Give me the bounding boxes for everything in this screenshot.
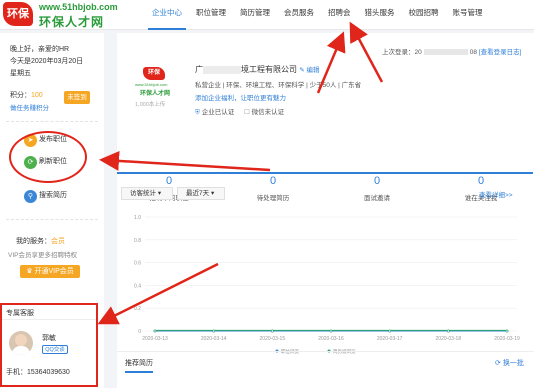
greeting: 晚上好，亲爱的HR xyxy=(10,46,70,53)
nav-item-member-service[interactable]: 会员服务 xyxy=(280,0,318,30)
nav-item-account[interactable]: 账号管理 xyxy=(449,0,487,30)
highlight-circle xyxy=(9,131,87,183)
main-panel: 上次登录：20 08 [查看登录日志] 环保 www.51hbjob.com 环保… xyxy=(117,33,534,388)
company-name: 广境工程有限公司 ✎ 编辑 xyxy=(195,65,320,74)
data-point xyxy=(388,329,392,333)
left-sidebar: 晚上好，亲爱的HR 今天是2020年03月20日 星期五 积分：100 做任务赚… xyxy=(0,33,104,388)
data-point xyxy=(329,329,333,333)
qq-chat-button[interactable]: QQ交谈 xyxy=(42,345,68,354)
visitor-chart: 1.0 0.8 0.6 0.4 0.2 02020-03-13 2020-03-14 2020… xyxy=(134,215,520,355)
points-label: 积分：100 xyxy=(10,92,43,99)
view-details-link[interactable]: 查看详细>> xyxy=(479,189,513,199)
tab-recommended-resumes[interactable]: 推荐简历 xyxy=(125,358,153,373)
consultant-box: 专属客服 郭敏 QQ交谈 手机：15364039630 xyxy=(0,303,98,387)
stat-interviews[interactable]: 0 面试邀请 xyxy=(325,172,429,206)
x-tick-label: 2020-03-16 xyxy=(318,336,344,342)
nav-item-resume-management[interactable]: 简历管理 xyxy=(236,0,274,30)
date-text: 今天是2020年03月20日 xyxy=(10,58,84,65)
login-log-link[interactable]: [查看登录日志] xyxy=(479,49,522,56)
data-point xyxy=(212,329,216,333)
open-vip-button[interactable]: ♛ 开通VIP会员 xyxy=(20,265,80,278)
search-resume-button[interactable]: ⚲ 搜索简历 xyxy=(24,189,67,203)
company-logo-badge: 环保 xyxy=(143,67,165,80)
x-tick-label: 2020-03-19 xyxy=(494,336,520,342)
y-tick-label: 0 xyxy=(138,329,141,335)
consultant-avatar xyxy=(9,331,33,355)
logo-badge: 环保 xyxy=(3,2,33,26)
vip-note: VIP会员享更多招聘特权 xyxy=(8,252,77,259)
weekday-text: 星期五 xyxy=(10,70,31,77)
x-tick-label: 2020-03-15 xyxy=(260,336,286,342)
wechat-icon: ☐ xyxy=(244,109,250,116)
x-tick-label: 2020-03-17 xyxy=(377,336,403,342)
consultant-title: 专属客服 xyxy=(6,310,34,317)
y-tick-label: 0.4 xyxy=(134,283,141,289)
stats-type-select[interactable]: 访客统计 ▾ xyxy=(121,187,173,200)
last-login: 上次登录：20 08 [查看登录日志] xyxy=(382,49,522,56)
company-logo[interactable]: 环保 www.51hbjob.com 环保人才网 xyxy=(135,67,173,97)
checkin-button[interactable]: 未签到 xyxy=(64,91,90,104)
y-tick-label: 1.0 xyxy=(134,215,141,221)
main-nav: 企业中心 职位管理 简历管理 会员服务 招聘会 猎头服务 校园招聘 账号管理 xyxy=(148,0,493,30)
chevron-down-icon: ▾ xyxy=(157,190,162,197)
y-tick-label: 0.2 xyxy=(134,306,141,312)
consultant-name: 郭敏 xyxy=(42,335,56,342)
verify-status: ⛨ 企业已认证 ☐ 微信未认证 xyxy=(195,109,285,116)
nav-item-enterprise-center[interactable]: 企业中心 xyxy=(148,0,186,30)
nav-item-job-management[interactable]: 职位管理 xyxy=(192,0,230,30)
y-tick-label: 0.6 xyxy=(134,261,141,267)
logo-url: www.51hbjob.com xyxy=(39,2,118,12)
verified-icon: ⛨ xyxy=(195,109,200,116)
x-tick-label: 2020-03-14 xyxy=(201,336,227,342)
data-point xyxy=(505,329,509,333)
logo-name: 环保人才网 xyxy=(39,15,105,29)
nav-item-campus[interactable]: 校园招聘 xyxy=(405,0,443,30)
period-select[interactable]: 最近7天 ▾ xyxy=(177,187,225,200)
refresh-icon: ⟳ xyxy=(495,360,501,367)
nav-item-job-fair[interactable]: 招聘会 xyxy=(324,0,355,30)
company-meta: 私营企业 | 环保、环境工程、环保科学 | 少于50人 | 广东省 xyxy=(195,82,362,89)
data-point xyxy=(446,329,450,333)
consultant-phone: 手机：15364039630 xyxy=(6,369,70,376)
chevron-down-icon: ▾ xyxy=(210,190,215,197)
logo-hint: 1,000本上传 xyxy=(135,102,166,108)
y-tick-label: 0.8 xyxy=(134,238,141,244)
stat-pending-resumes[interactable]: 0 待处理简历 xyxy=(221,172,325,206)
my-service: 我的服务：会员 xyxy=(16,238,65,245)
edit-link[interactable]: ✎ 编辑 xyxy=(299,67,319,74)
task-link[interactable]: 做任务赚积分 xyxy=(10,102,49,112)
x-tick-label: 2020-03-18 xyxy=(436,336,462,342)
data-point xyxy=(153,329,157,333)
search-icon: ⚲ xyxy=(24,189,37,203)
site-logo[interactable]: 环保 www.51hbjob.com 环保人才网 xyxy=(3,2,118,29)
x-tick-label: 2020-03-13 xyxy=(142,336,168,342)
data-point xyxy=(270,329,274,333)
benefits-link[interactable]: 添加企业福利，让职位更有魅力 xyxy=(195,92,286,102)
refresh-batch-link[interactable]: ⟳ 换一批 xyxy=(495,358,524,368)
top-header: 环保 www.51hbjob.com 环保人才网 企业中心 职位管理 简历管理 … xyxy=(0,0,534,30)
nav-item-headhunter[interactable]: 猎头服务 xyxy=(361,0,399,30)
